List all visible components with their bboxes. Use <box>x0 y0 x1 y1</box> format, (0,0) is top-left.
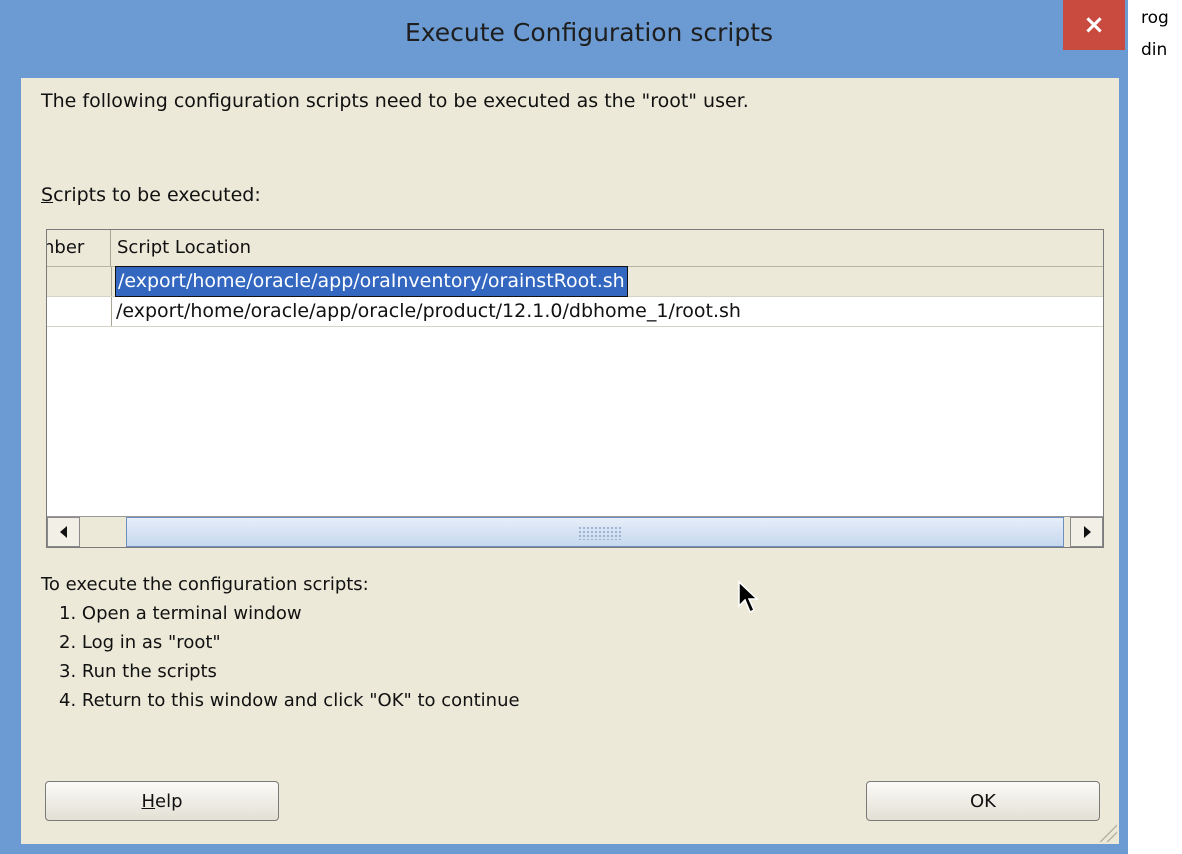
instructions-heading: To execute the configuration scripts: <box>41 574 369 595</box>
scroll-left-icon <box>59 526 67 538</box>
scripts-label-mnemonic: S <box>41 184 54 206</box>
scripts-table: nber Script Location /export/home/oracle… <box>46 229 1104 548</box>
execute-config-dialog: Execute Configuration scripts × The foll… <box>0 0 1128 854</box>
column-header-number[interactable]: nber <box>47 230 111 266</box>
row-number-cell <box>47 297 112 326</box>
background-window <box>1128 0 1182 854</box>
scroll-right-button[interactable] <box>1070 517 1103 547</box>
scripts-label-text: cripts to be executed: <box>53 184 261 206</box>
close-icon: × <box>1083 10 1105 40</box>
column-header-script-location[interactable]: Script Location <box>111 230 251 266</box>
scrollbar-grip <box>578 526 622 540</box>
horizontal-scrollbar[interactable] <box>47 516 1103 547</box>
table-row[interactable]: /export/home/oracle/app/oraInventory/ora… <box>47 266 1103 297</box>
instruction-step: 1. Open a terminal window <box>59 603 302 624</box>
row-number-cell <box>47 267 112 296</box>
instruction-step: 4. Return to this window and click "OK" … <box>59 690 520 711</box>
help-button[interactable]: Help <box>45 781 279 821</box>
dialog-title: Execute Configuration scripts <box>404 18 774 47</box>
root-user-message: The following configuration scripts need… <box>41 90 749 112</box>
title-bar[interactable]: Execute Configuration scripts × <box>0 0 1128 78</box>
scrollbar-thumb[interactable] <box>126 517 1064 547</box>
instruction-step: 3. Run the scripts <box>59 661 217 682</box>
instruction-step: 2. Log in as "root" <box>59 632 221 653</box>
scroll-left-button[interactable] <box>47 517 80 547</box>
help-label: elp <box>155 790 183 812</box>
table-header: nber Script Location <box>47 230 1103 267</box>
scripts-label: Scripts to be executed: <box>41 184 261 206</box>
resize-grip-icon[interactable] <box>1099 824 1117 842</box>
dialog-content: The following configuration scripts need… <box>21 78 1119 844</box>
instructions: To execute the configuration scripts: 1.… <box>41 570 520 715</box>
mouse-cursor-icon <box>738 580 759 614</box>
close-button[interactable]: × <box>1063 0 1125 50</box>
table-row[interactable]: /export/home/oracle/app/oracle/product/1… <box>47 297 1103 327</box>
help-mnemonic: H <box>141 790 156 812</box>
script-location-cell[interactable]: /export/home/oracle/app/oracle/product/1… <box>116 297 741 326</box>
scroll-right-icon <box>1083 526 1091 538</box>
script-location-cell[interactable]: /export/home/oracle/app/oraInventory/ora… <box>115 266 628 297</box>
ok-button[interactable]: OK <box>866 781 1100 821</box>
